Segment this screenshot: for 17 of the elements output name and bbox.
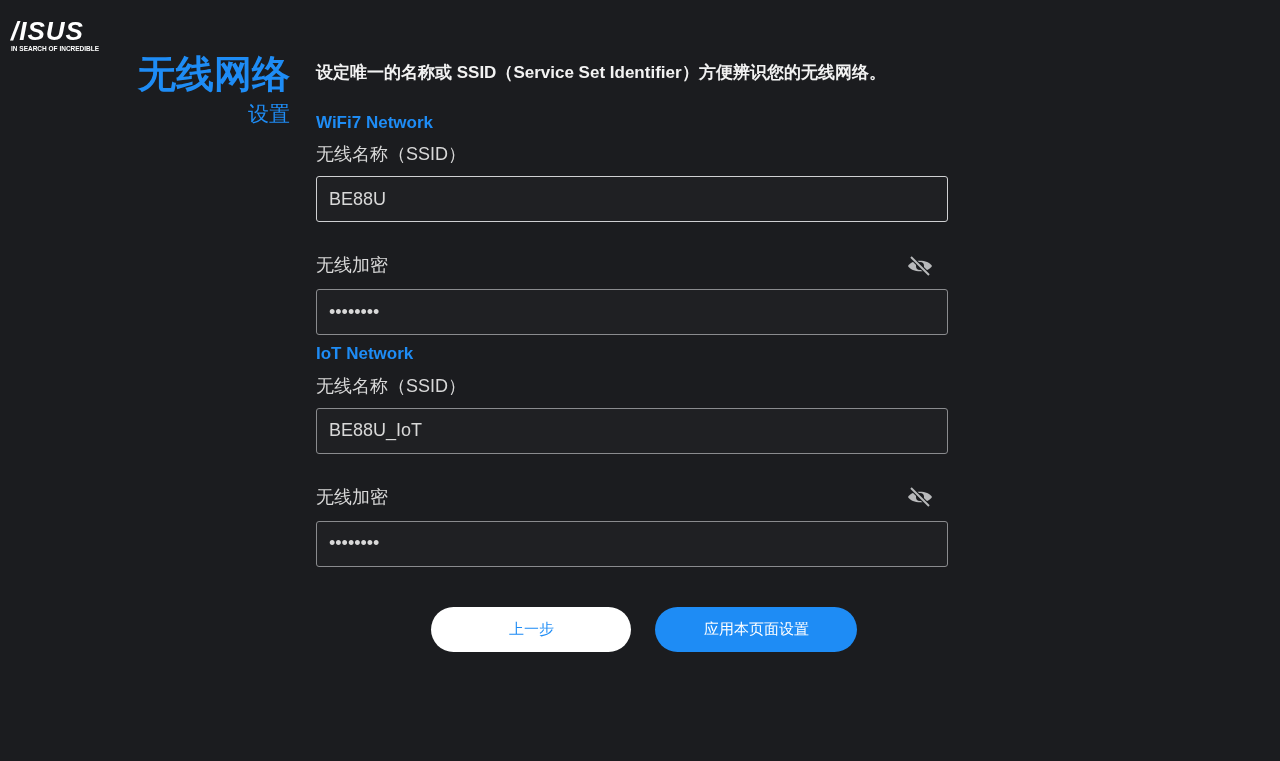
- password-field[interactable]: ••••••••: [316, 289, 948, 335]
- field-label: 无线加密: [316, 485, 388, 509]
- password-field[interactable]: ••••••••: [316, 520, 948, 567]
- ssid-field[interactable]: BE88U_IoT: [316, 407, 948, 454]
- field-label: 无线名称（SSID）: [316, 143, 466, 166]
- section-heading: IoT Network: [316, 343, 414, 365]
- back-button[interactable]: 上一步: [431, 606, 631, 652]
- field-label: 无线名称（SSID）: [316, 374, 466, 398]
- description-text: 设定唯一的名称或 SSID（Service Set Identifier）方便辨识您的无线网络。: [316, 62, 887, 84]
- section-heading: WiFi7 Network: [316, 111, 433, 134]
- hide-password-icon[interactable]: [906, 254, 934, 277]
- hide-password-icon[interactable]: [906, 486, 934, 508]
- field-label: 无线加密: [316, 254, 388, 277]
- page-subtitle: 设置: [248, 100, 290, 127]
- logo-wordmark: /ISUS: [11, 18, 85, 44]
- page-title: 无线网络: [138, 54, 290, 96]
- ssid-field[interactable]: BE88U: [316, 176, 948, 222]
